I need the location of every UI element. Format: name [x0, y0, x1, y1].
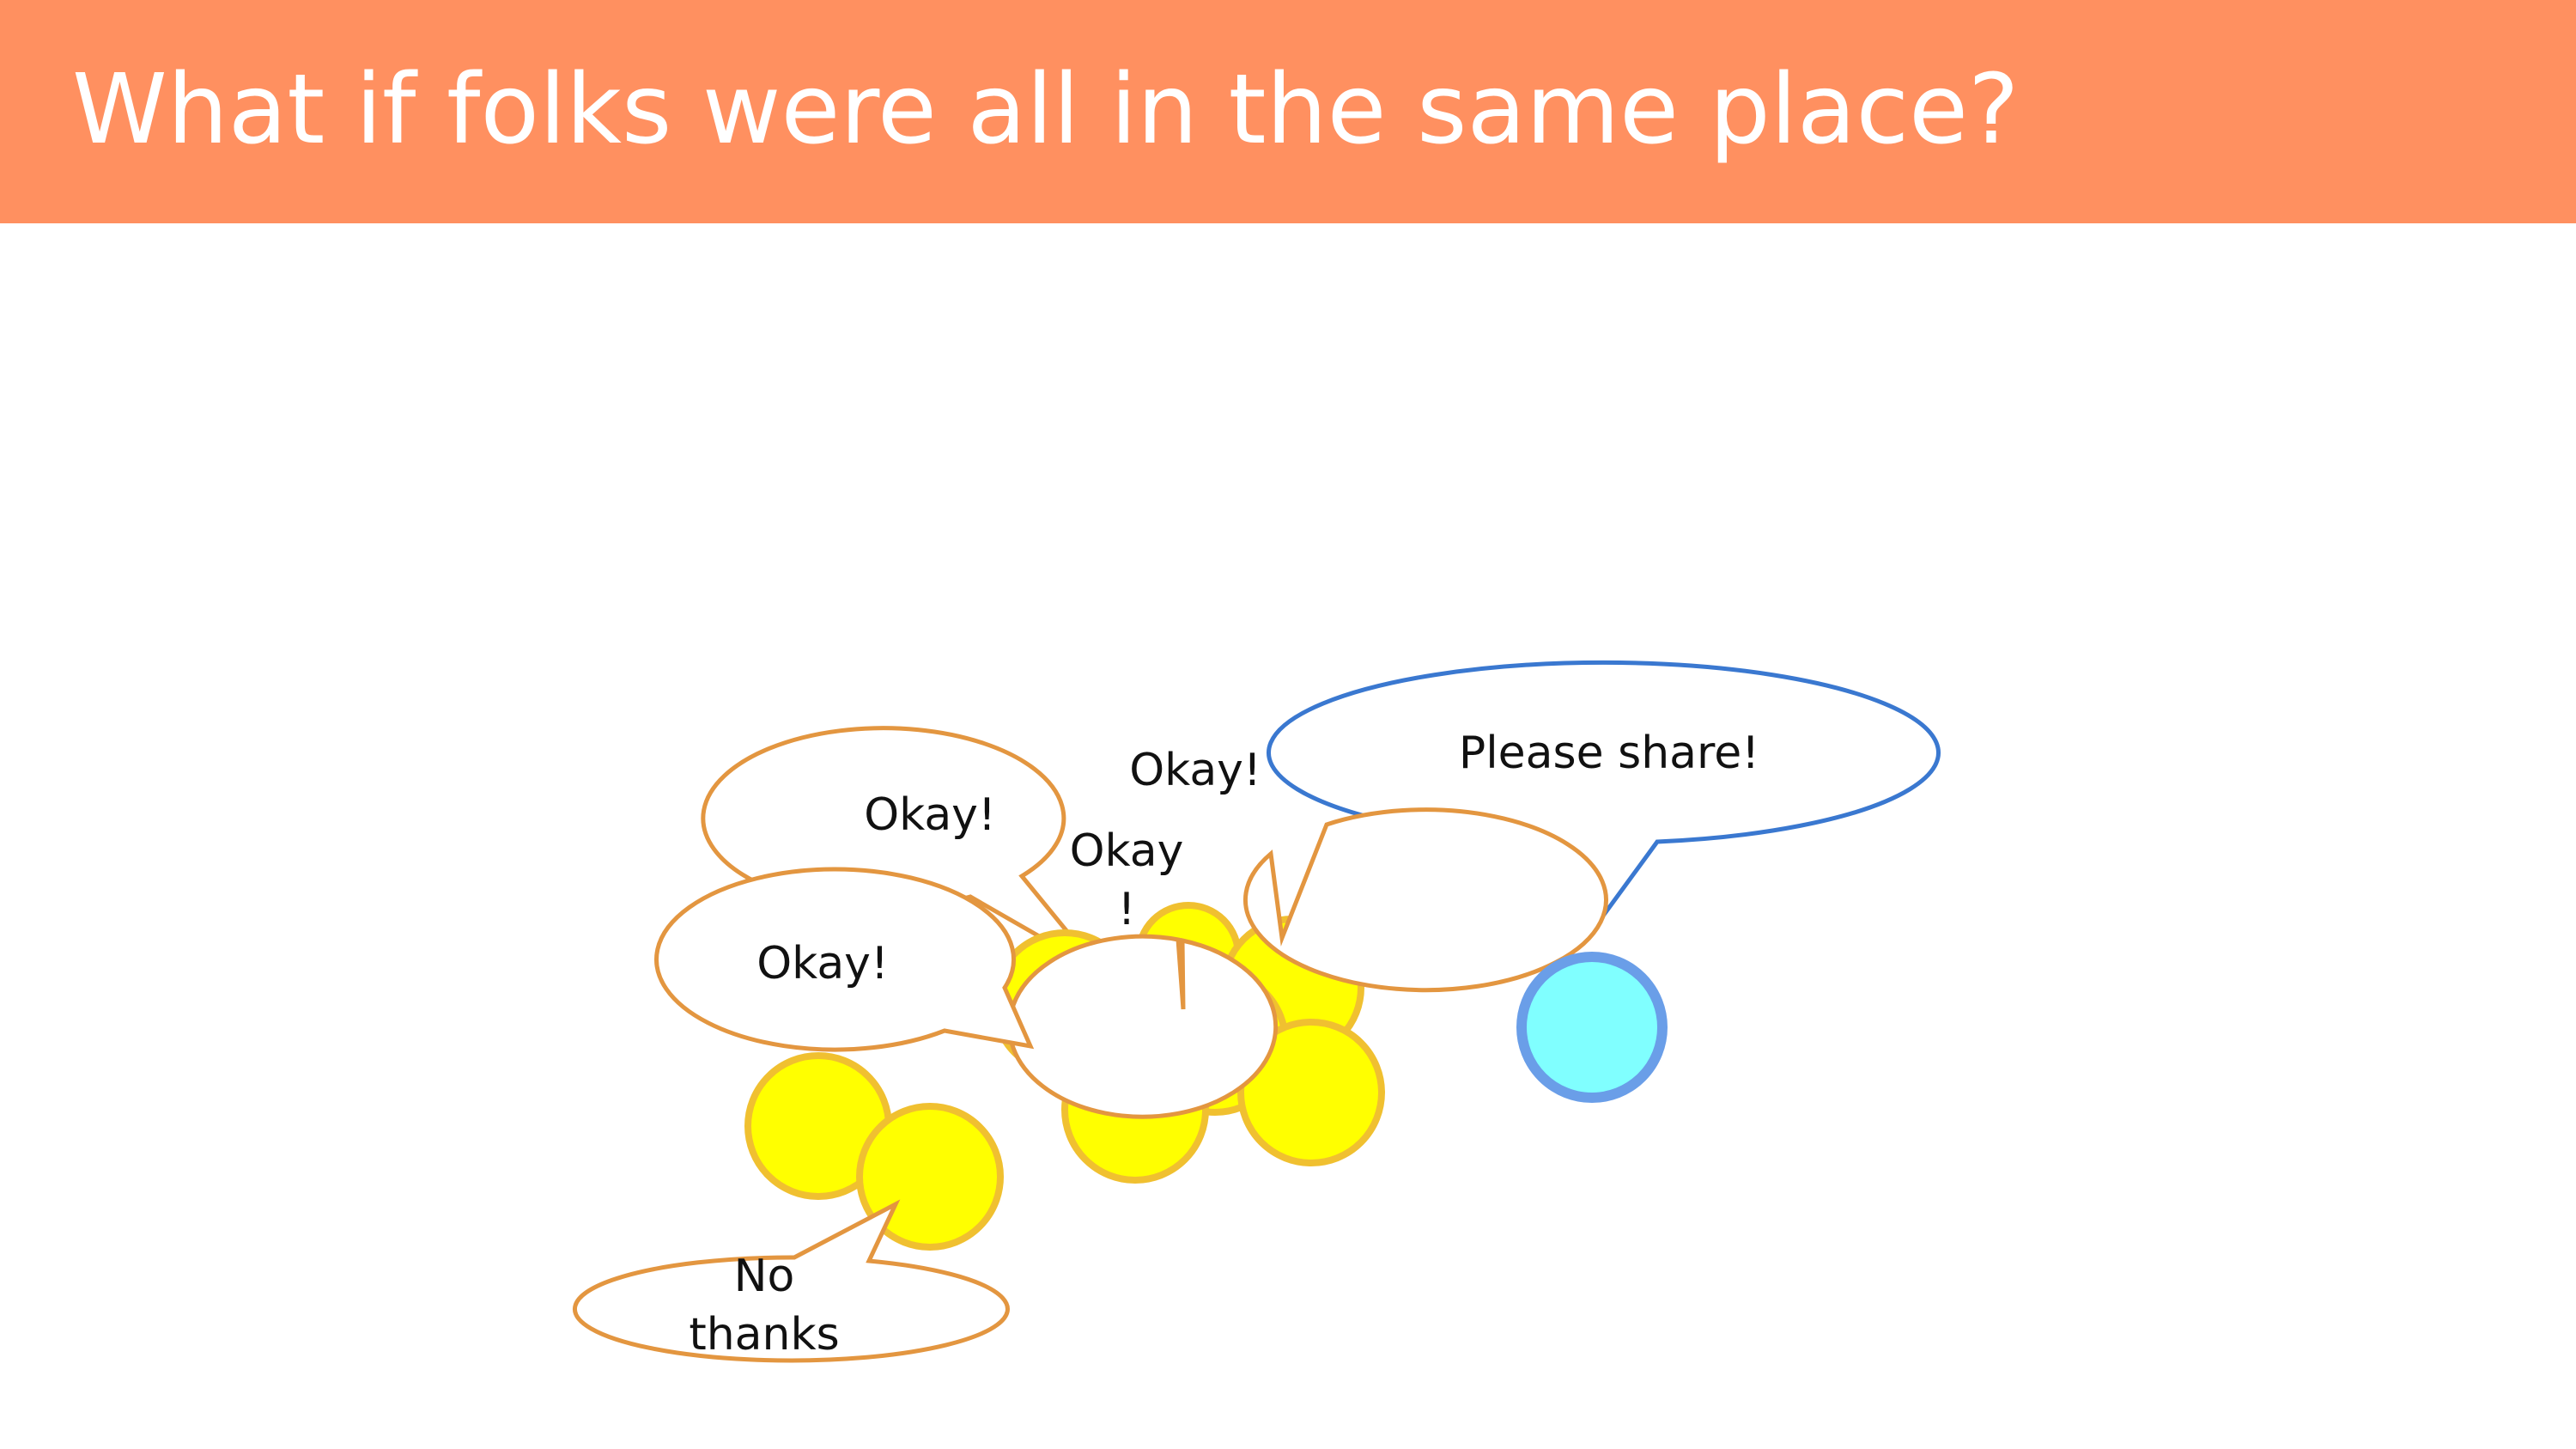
bubble-okay-left-text: Okay! — [756, 938, 889, 989]
bubble-okay-top-text: Okay! — [1129, 745, 1261, 796]
slide: What if folks were all in the same place… — [0, 0, 2576, 1449]
bubble-no-thanks-line1: No — [734, 1251, 795, 1302]
bubble-okay-mid-line1: Okay — [1070, 825, 1184, 877]
bubble-please-share-text: Please share! — [1459, 728, 1759, 779]
bubble-okay-back-text: Okay! — [864, 789, 996, 841]
crowd-diagram: Okay! Please share! Okay! Okay ! Okay! N… — [572, 660, 1941, 1363]
bubble-no-thanks-line2: thanks — [689, 1309, 839, 1361]
bubble-okay-mid-line2: ! — [1118, 884, 1136, 935]
speech-bubble-okay-mid: Okay ! — [1007, 825, 1279, 1119]
speaker-person — [1516, 952, 1668, 1103]
